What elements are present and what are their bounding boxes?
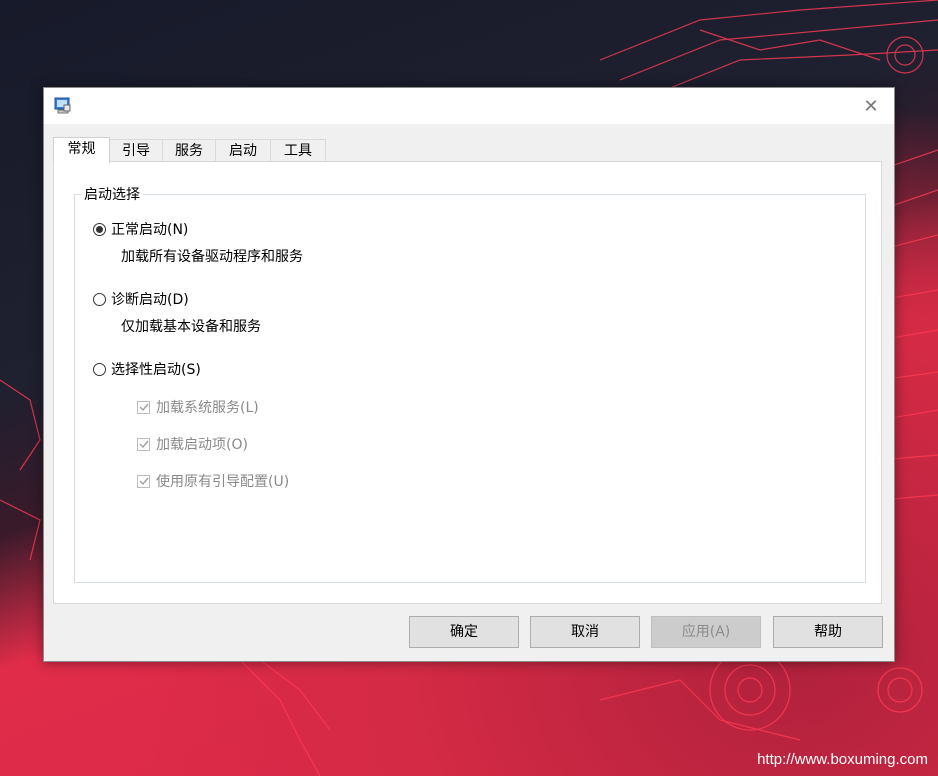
radio-unselected-icon[interactable] [93, 292, 106, 306]
tab-boot[interactable]: 引导 [109, 139, 163, 162]
normal-startup-description: 加载所有设备驱动程序和服务 [121, 249, 303, 265]
diagnostic-startup-radio[interactable]: 诊断启动(D) [93, 289, 189, 309]
selective-startup-radio[interactable]: 选择性启动(S) [93, 359, 201, 379]
cancel-button[interactable]: 取消 [530, 616, 640, 648]
general-tab-panel: 启动选择 正常启动(N) 加载所有设备驱动程序和服务 诊断启动(D) 仅加载基本… [53, 161, 882, 604]
tab-services[interactable]: 服务 [162, 139, 216, 162]
checkmark-icon[interactable] [137, 437, 150, 451]
apply-button[interactable]: 应用(A) [651, 616, 761, 648]
diagnostic-startup-label: 诊断启动(D) [111, 292, 189, 308]
close-button[interactable]: ✕ [848, 88, 894, 124]
load-startup-items-label: 加载启动项(O) [156, 437, 248, 453]
checkmark-icon[interactable] [137, 400, 150, 414]
radio-unselected-icon[interactable] [93, 362, 106, 376]
use-original-boot-config-checkbox[interactable]: 使用原有引导配置(U) [137, 471, 289, 491]
load-startup-items-checkbox[interactable]: 加载启动项(O) [137, 434, 248, 454]
help-button[interactable]: 帮助 [773, 616, 883, 648]
msconfig-app-icon [54, 97, 71, 114]
load-system-services-checkbox[interactable]: 加载系统服务(L) [137, 397, 259, 417]
load-system-services-label: 加载系统服务(L) [156, 400, 259, 416]
diagnostic-startup-description: 仅加载基本设备和服务 [121, 319, 261, 335]
use-original-boot-config-label: 使用原有引导配置(U) [156, 474, 290, 490]
tab-tools[interactable]: 工具 [270, 139, 326, 162]
tab-startup[interactable]: 启动 [215, 139, 271, 162]
normal-startup-label: 正常启动(N) [111, 222, 189, 238]
title-bar: ✕ [44, 88, 894, 124]
selective-startup-label: 选择性启动(S) [111, 362, 201, 378]
normal-startup-radio[interactable]: 正常启动(N) [93, 219, 188, 239]
system-configuration-dialog: ✕ 常规 引导 服务 启动 工具 启动选择 正常启动(N) 加载所有设备驱动程序… [43, 87, 895, 662]
tab-general[interactable]: 常规 [53, 137, 110, 163]
watermark-url: http://www.boxuming.com [757, 751, 928, 768]
ok-button[interactable]: 确定 [409, 616, 519, 648]
radio-selected-icon[interactable] [93, 222, 106, 236]
checkmark-icon[interactable] [137, 474, 150, 488]
group-title: 启动选择 [81, 184, 143, 204]
startup-selection-group: 启动选择 正常启动(N) 加载所有设备驱动程序和服务 诊断启动(D) 仅加载基本… [74, 184, 866, 583]
close-icon: ✕ [863, 95, 879, 117]
